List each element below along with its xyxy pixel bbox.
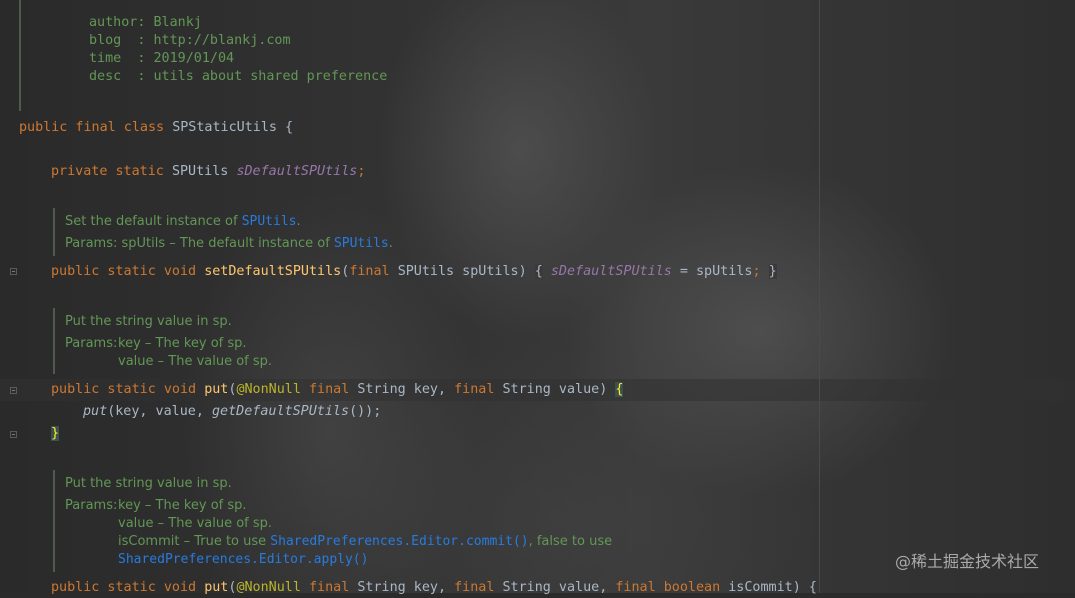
javadoc-params: Params: spUtils – The default instance o… (65, 236, 393, 251)
javadoc-params-label: Params: (65, 336, 118, 351)
watermark-text: @稀土掘金技术社区 (895, 552, 1040, 571)
javadoc-param: key – The key of sp. (118, 498, 247, 513)
doc-link-apply[interactable]: SharedPreferences.Editor.apply() (118, 552, 368, 567)
javadoc-param: value – The value of sp. (118, 516, 273, 531)
method-end-brace[interactable]: } (51, 424, 60, 444)
header-comment-line: time : 2019/01/04 (89, 51, 235, 66)
doc-link-commit[interactable]: SharedPreferences.Editor.commit() (270, 534, 528, 549)
javadoc-param: value – The value of sp. (118, 354, 273, 369)
header-comment-line: author: Blankj (89, 15, 202, 30)
header-comment-line: desc : utils about shared preference (89, 69, 388, 84)
fold-toggle-icon[interactable] (10, 387, 17, 394)
javadoc-param: SharedPreferences.Editor.apply() (118, 550, 368, 569)
header-comment-bar (19, 0, 21, 111)
javadoc-summary: Put the string value in sp. (65, 476, 232, 491)
class-declaration[interactable]: public final class SPStaticUtils { (19, 118, 293, 138)
method-put-string[interactable]: public static void put(@NonNull final St… (51, 380, 624, 400)
javadoc-summary: Set the default instance of SPUtils. (65, 214, 301, 229)
doc-comment-bar (53, 208, 55, 256)
doc-comment-bar (53, 308, 55, 374)
header-comment-line: blog : http://blankj.com (89, 33, 291, 48)
javadoc-param: key – The key of sp. (118, 336, 247, 351)
method-set-default-sputils[interactable]: public static void setDefaultSPUtils(fin… (51, 262, 777, 282)
right-margin-guide (819, 0, 820, 593)
fold-toggle-icon[interactable] (10, 431, 17, 438)
field-declaration[interactable]: private static SPUtils sDefaultSPUtils; (51, 162, 365, 182)
javadoc-param: isCommit – True to use SharedPreferences… (118, 534, 613, 549)
javadoc-params-label: Params: (65, 498, 118, 513)
doc-comment-bar (53, 470, 55, 572)
method-body-line[interactable]: put(key, value, getDefaultSPUtils()); (83, 402, 381, 422)
javadoc-summary: Put the string value in sp. (65, 314, 232, 329)
method-put-string-commit[interactable]: public static void put(@NonNull final St… (51, 578, 817, 598)
editor-gutter[interactable] (0, 0, 10, 593)
fold-toggle-icon[interactable] (10, 268, 17, 275)
